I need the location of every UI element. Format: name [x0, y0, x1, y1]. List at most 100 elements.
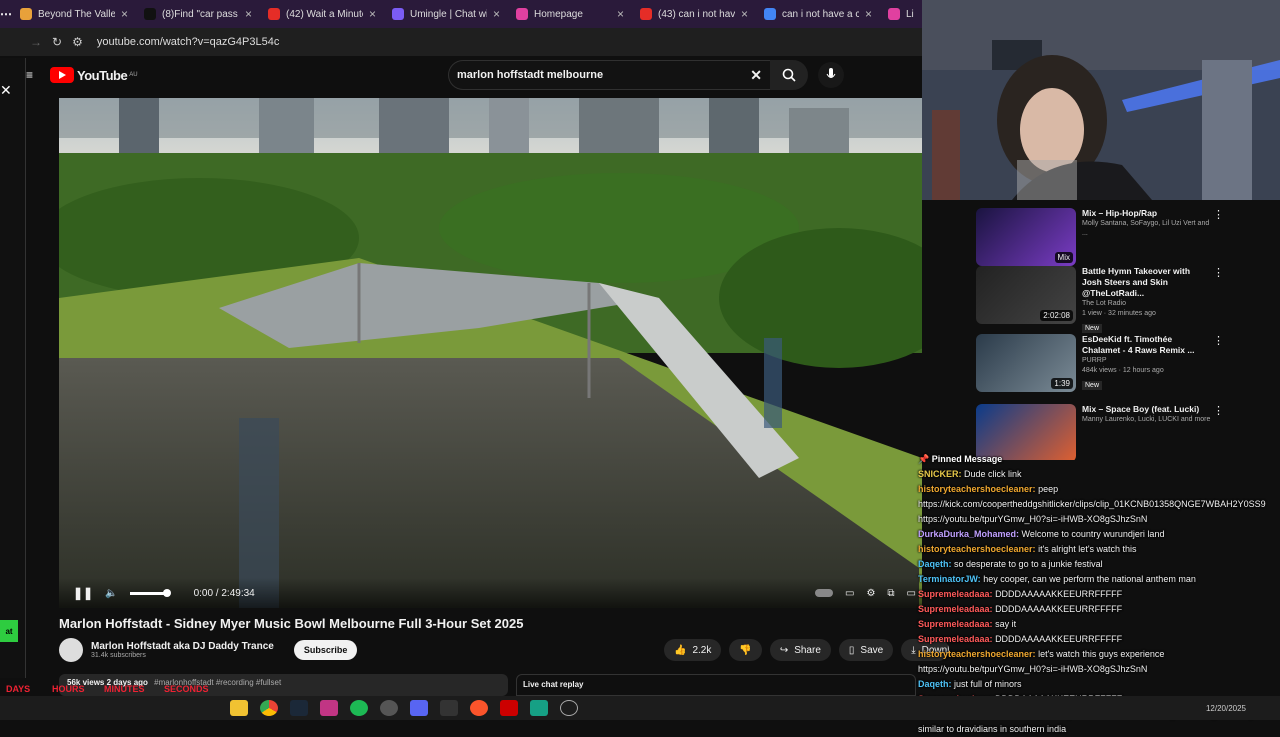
chat-username[interactable]: DurkaDurka_Mohamed:	[918, 529, 1019, 539]
recommended-title[interactable]: EsDeeKid ft. Timothée Chalamet - 4 Raws …	[1082, 334, 1212, 356]
close-tab-icon[interactable]: ×	[121, 7, 128, 21]
browser-tab[interactable]: (8)Find "car pass btv" ×	[136, 0, 260, 28]
autoplay-toggle[interactable]	[814, 589, 833, 597]
recommended-video[interactable]: 2:02:08 Battle Hymn Takeover with Josh St…	[976, 266, 1224, 333]
chat-username[interactable]: SNICKER:	[918, 469, 962, 479]
chat-username[interactable]: Daqeth:	[918, 559, 952, 569]
close-tab-icon[interactable]: ×	[493, 7, 500, 21]
steam-icon[interactable]	[290, 700, 308, 716]
video-thumbnail[interactable]: Mix	[976, 208, 1076, 266]
more-options-icon[interactable]: ⋮	[1213, 266, 1224, 279]
close-tab-icon[interactable]: ×	[617, 7, 624, 21]
chat-text: DDDDAAAAAKKEEURRFFFFF	[995, 589, 1123, 599]
chat-username[interactable]: Supremeleadaaa:	[918, 619, 993, 629]
browser-tab[interactable]: Beyond The Valley 20 ×	[12, 0, 136, 28]
dislike-button[interactable]: 👎	[729, 639, 762, 661]
recommended-video[interactable]: Mix Mix – Hip-Hop/Rap Molly Santana, SoFay…	[976, 208, 1224, 266]
webcam-overlay	[922, 0, 1280, 200]
browser-tab[interactable]: Umingle | Chat with S ×	[384, 0, 508, 28]
tab-title: Umingle | Chat with S	[410, 8, 487, 20]
search-button[interactable]	[770, 60, 808, 90]
recommended-title[interactable]: Mix – Hip-Hop/Rap	[1082, 208, 1212, 219]
file-explorer-icon[interactable]	[230, 700, 248, 716]
app-icon[interactable]	[440, 700, 458, 716]
menu-icon[interactable]: ⋯	[0, 7, 12, 21]
chat-username[interactable]: historyteachershoecleaner:	[918, 484, 1036, 494]
video-title: Marlon Hoffstadt - Sidney Myer Music Bow…	[59, 616, 524, 631]
chat-message: Supremeleadaaa: DDDDAAAAAKKEEURRFFFFF	[914, 632, 1280, 647]
video-player[interactable]	[59, 98, 922, 608]
chat-message: Daqeth: just full of minors	[914, 677, 1280, 692]
live-chat-replay-header[interactable]: Live chat replay	[516, 674, 916, 696]
channel-avatar[interactable]	[59, 638, 83, 662]
search-query: marlon hoffstadt melbourne	[457, 69, 604, 81]
youtube-logo-icon[interactable]	[50, 67, 75, 83]
spotify-icon[interactable]	[350, 700, 368, 716]
more-options-icon[interactable]: ⋮	[1213, 404, 1224, 417]
voice-search-button[interactable]	[818, 62, 844, 88]
chat-username[interactable]: TerminatorJW:	[918, 574, 981, 584]
subtitles-icon[interactable]: ▭	[845, 588, 854, 599]
close-tab-icon[interactable]: ×	[245, 7, 252, 21]
url-text[interactable]: youtube.com/watch?v=qazG4P3L54c	[97, 36, 280, 48]
chat-username[interactable]: Daqeth:	[918, 679, 952, 689]
volume-slider[interactable]	[129, 588, 171, 597]
video-thumbnail[interactable]: 1:39	[976, 334, 1076, 392]
recommended-title[interactable]: Mix – Space Boy (feat. Lucki)	[1082, 404, 1212, 415]
chat-username[interactable]: Supremeleadaaa:	[918, 589, 993, 599]
share-button[interactable]: ↪ Share	[769, 639, 831, 661]
chat-username[interactable]: historyteachershoecleaner:	[918, 544, 1036, 554]
browser-tab[interactable]: Homepage ×	[508, 0, 632, 28]
video-thumbnail[interactable]: 2:02:08	[976, 266, 1076, 324]
player-controls: ❚❚ 🔈 0:00 / 2:49:34 ▭ ⚙ ⧉ ▭	[59, 578, 922, 608]
close-tab-icon[interactable]: ×	[369, 7, 376, 21]
recommended-channel: PURRP	[1082, 357, 1107, 364]
recommended-channel: Molly Santana, SoFaygo, Lil Uzi Vert and…	[1082, 220, 1210, 237]
browser-tab[interactable]: can i not have a car p ×	[756, 0, 880, 28]
brave-icon[interactable]	[470, 700, 488, 716]
browser-tab[interactable]: Li×	[880, 0, 922, 28]
settings-icon[interactable]: ⚙	[866, 588, 875, 599]
app-icon-green[interactable]	[530, 700, 548, 716]
chat-side-button[interactable]: at	[0, 620, 18, 642]
recommended-video[interactable]: 1:39 EsDeeKid ft. Timothée Chalamet - 4 R…	[976, 334, 1224, 392]
more-options-icon[interactable]: ⋮	[1213, 334, 1224, 347]
miniplayer-icon[interactable]: ⧉	[887, 588, 894, 599]
app-icon-red[interactable]	[500, 700, 518, 716]
chat-text: peep	[1038, 484, 1059, 494]
close-tab-icon[interactable]: ×	[865, 7, 872, 21]
clear-search-icon[interactable]: ✕	[750, 67, 762, 84]
close-icon[interactable]: ✕	[0, 82, 12, 99]
close-tab-icon[interactable]: ×	[741, 7, 748, 21]
obs-icon[interactable]	[380, 700, 398, 716]
chat-username[interactable]: historyteachershoecleaner:	[918, 649, 1036, 659]
instagram-icon[interactable]	[320, 700, 338, 716]
site-settings-icon[interactable]: ⚙	[72, 35, 83, 49]
chat-username[interactable]: Supremeleadaaa:	[918, 604, 993, 614]
chat-message: Daqeth: so desperate to go to a junkie f…	[914, 557, 1280, 572]
forward-icon[interactable]: →	[30, 35, 42, 49]
chat-username[interactable]: Supremeleadaaa:	[918, 634, 993, 644]
microphone-icon	[826, 68, 836, 78]
save-label: Save	[860, 644, 884, 656]
chat-text: hey cooper, can we perform the national …	[983, 574, 1196, 584]
recommended-title[interactable]: Battle Hymn Takeover with Josh Steers an…	[1082, 266, 1212, 299]
app-icon-circle[interactable]	[560, 700, 578, 716]
chrome-icon[interactable]	[260, 700, 278, 716]
hamburger-icon[interactable]: ≡	[26, 68, 33, 82]
pause-icon[interactable]: ❚❚	[73, 586, 93, 600]
channel-name[interactable]: Marlon Hoffstadt aka DJ Daddy Trance	[91, 641, 274, 652]
subscribe-button[interactable]: Subscribe	[293, 640, 358, 660]
chat-message: historyteachershoecleaner: peep	[914, 482, 1280, 497]
browser-tab[interactable]: (42) Wait a Minute! - ×	[260, 0, 384, 28]
discord-icon[interactable]	[410, 700, 428, 716]
chat-text: https://youtu.be/tpurYGmw_H0?si=-iHWB-XO…	[918, 664, 1148, 674]
like-button[interactable]: 👍 2.2k	[664, 639, 722, 661]
browser-tab[interactable]: (43) can i not have a ×	[632, 0, 756, 28]
search-input[interactable]: marlon hoffstadt melbourne ✕	[448, 60, 770, 90]
reload-icon[interactable]: ↻	[52, 35, 62, 49]
tab-favicon-icon	[640, 8, 652, 20]
volume-icon[interactable]: 🔈	[105, 588, 117, 599]
more-options-icon[interactable]: ⋮	[1213, 208, 1224, 221]
save-button[interactable]: ▯ Save	[838, 639, 894, 661]
